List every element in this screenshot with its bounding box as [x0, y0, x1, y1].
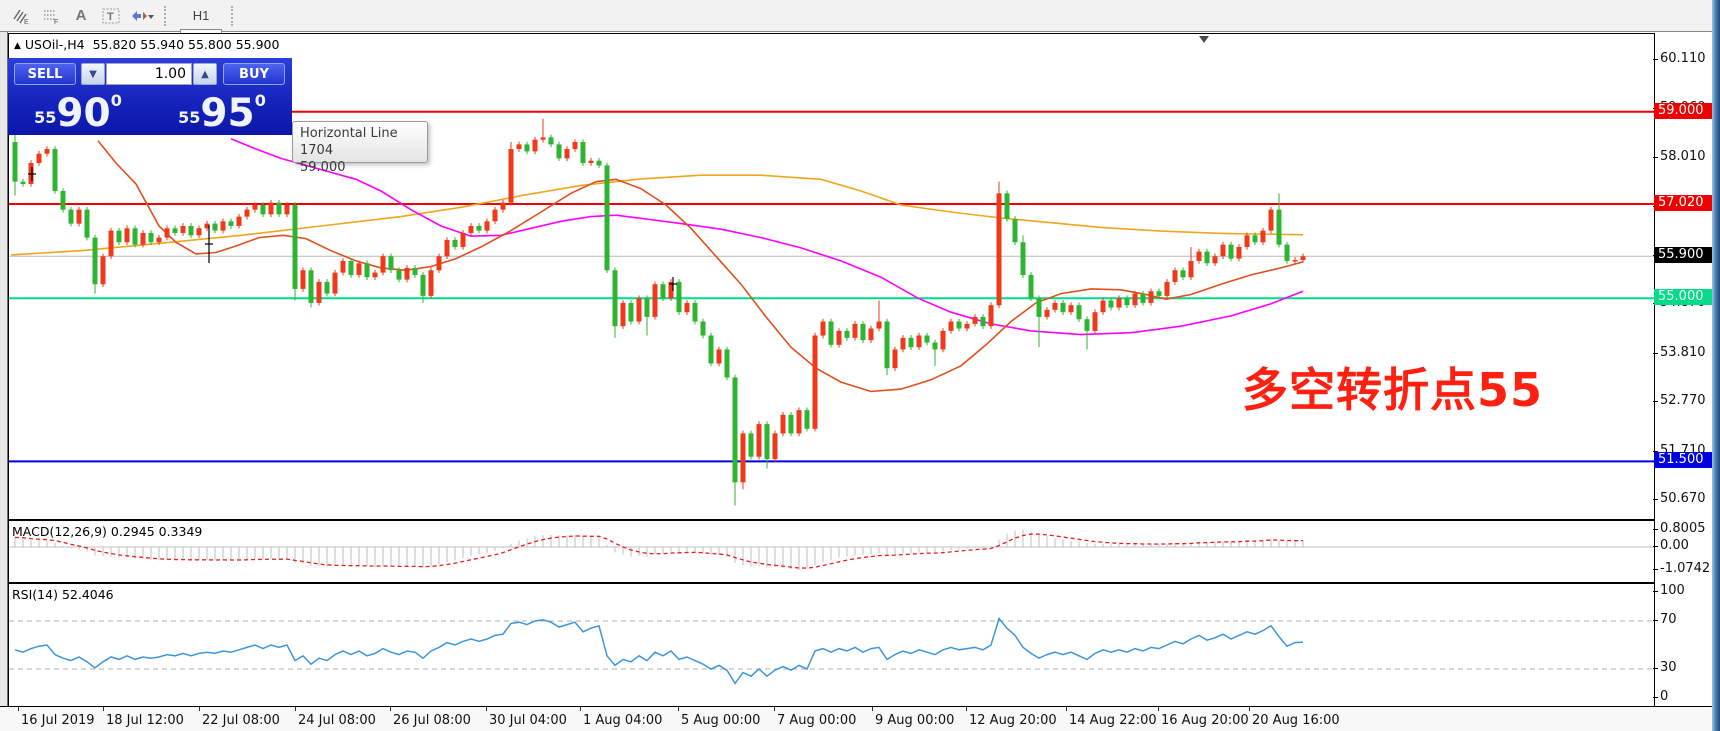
symbol-period: USOil-,H4	[25, 37, 85, 52]
chart-annotation-text: 多空转折点55	[1242, 354, 1543, 420]
text-label-icon[interactable]: A	[67, 3, 95, 29]
rsi-chart	[9, 584, 1654, 706]
macd-chart	[9, 521, 1654, 582]
ohlc-values: 55.820 55.940 55.800 55.900	[93, 37, 280, 52]
window-right-edge	[1712, 0, 1720, 731]
macd-label: MACD(12,26,9) 0.2945 0.3349	[12, 524, 202, 539]
sell-price-big: 90	[56, 95, 110, 132]
timeframe-h1[interactable]: H1	[180, 3, 222, 29]
sell-price-small: 55	[34, 108, 56, 127]
buy-price[interactable]: 55 95 0	[152, 86, 292, 132]
price-tick-label: 55.910	[1660, 247, 1706, 263]
fibonacci-grid-icon[interactable]: F	[37, 3, 65, 29]
price-tick-label: 54.870	[1660, 295, 1706, 311]
svg-text:F: F	[54, 19, 58, 26]
chart-shift-marker-icon[interactable]	[1199, 36, 1209, 43]
rsi-tick-label: 0	[1660, 689, 1668, 705]
time-tick-label: 5 Aug 00:00	[681, 713, 760, 728]
svg-text:E: E	[24, 19, 29, 26]
price-badge: 57.020	[1654, 195, 1712, 211]
volume-increase-button[interactable]: ▲	[193, 63, 217, 85]
one-click-trade-panel: SELL ▼ ▲ BUY 55 90 0 55 95 0	[8, 58, 292, 135]
object-tooltip: Horizontal Line 1704 59.000	[292, 121, 428, 163]
price-badge: 59.000	[1654, 103, 1712, 119]
text-box-icon[interactable]: T	[97, 3, 125, 29]
time-tick-label: 12 Aug 20:00	[969, 713, 1057, 728]
window-left-edge	[0, 32, 8, 731]
ma-fast-red	[98, 141, 1303, 392]
time-tick-label: 7 Aug 00:00	[777, 713, 856, 728]
time-axis: 16 Jul 2019 18 Jul 12:00 22 Jul 08:00 24 Ju…	[0, 706, 1720, 731]
price-badge: 55.000	[1654, 289, 1712, 305]
price-tick-label: 51.710	[1660, 443, 1706, 459]
macd-panel[interactable]	[8, 520, 1655, 583]
time-tick-label: 22 Jul 08:00	[202, 713, 280, 728]
time-tick-label: 24 Jul 08:00	[298, 713, 376, 728]
time-tick-label: 16 Aug 20:00	[1161, 713, 1249, 728]
sell-button[interactable]: SELL	[14, 63, 76, 85]
buy-price-big: 95	[200, 95, 254, 132]
rsi-panel[interactable]	[8, 583, 1655, 707]
price-tick-label: 52.770	[1660, 393, 1706, 409]
price-tick-label: 59.060	[1660, 100, 1706, 116]
toolbar-gripper-2	[231, 6, 240, 26]
svg-text:T: T	[107, 11, 114, 23]
macd-tick-label: -1.0742	[1660, 561, 1710, 577]
buy-price-sup: 0	[255, 91, 266, 110]
time-tick-label: 14 Aug 22:00	[1069, 713, 1157, 728]
macd-tick-label: 0.8005	[1660, 521, 1706, 537]
rsi-tick-label: 70	[1660, 612, 1677, 628]
time-tick-label: 9 Aug 00:00	[875, 713, 954, 728]
elliott-lines-icon[interactable]: E	[7, 3, 35, 29]
arrows-style-icon[interactable]	[127, 3, 155, 29]
rsi-tick-label: 100	[1660, 583, 1685, 599]
buy-price-small: 55	[178, 108, 200, 127]
price-tick-label: 56.960	[1660, 198, 1706, 214]
price-tick-label: 53.810	[1660, 345, 1706, 361]
collapse-triangle-icon[interactable]: ▲	[14, 41, 21, 51]
toolbar-gripper	[164, 6, 173, 26]
time-tick-label: 1 Aug 04:00	[583, 713, 662, 728]
time-tick-label: 16 Jul 2019	[21, 713, 95, 728]
chart-header: ▲ USOil-,H4 55.820 55.940 55.800 55.900	[14, 37, 279, 52]
tooltip-line1: Horizontal Line 1704	[300, 125, 420, 159]
sell-price[interactable]: 55 90 0	[8, 86, 148, 132]
rsi-label: RSI(14) 52.4046	[12, 587, 114, 602]
time-tick-label: 26 Jul 08:00	[393, 713, 471, 728]
ma-orange	[11, 175, 1303, 255]
time-tick-label: 18 Jul 12:00	[106, 713, 184, 728]
macd-tick-label: 0.00	[1660, 538, 1689, 554]
price-tick-label: 58.010	[1660, 149, 1706, 165]
volume-input[interactable]	[106, 63, 192, 85]
price-badge: 51.500	[1654, 452, 1712, 468]
price-badge: 55.900	[1654, 247, 1712, 263]
sell-price-sup: 0	[111, 91, 122, 110]
price-tick-label: 50.670	[1660, 491, 1706, 507]
trading-terminal: E F A T M1M5M15M30H1H4D1W1MN	[0, 0, 1720, 731]
tooltip-line2: 59.000	[300, 159, 420, 176]
time-tick-label: 20 Aug 16:00	[1252, 713, 1340, 728]
rsi-tick-label: 30	[1660, 660, 1677, 676]
buy-button[interactable]: BUY	[223, 63, 285, 85]
time-tick-label: 30 Jul 04:00	[489, 713, 567, 728]
toolbar: E F A T M1M5M15M30H1H4D1W1MN	[0, 0, 1720, 32]
price-tick-label: 60.110	[1660, 51, 1706, 67]
volume-decrease-button[interactable]: ▼	[81, 63, 105, 85]
